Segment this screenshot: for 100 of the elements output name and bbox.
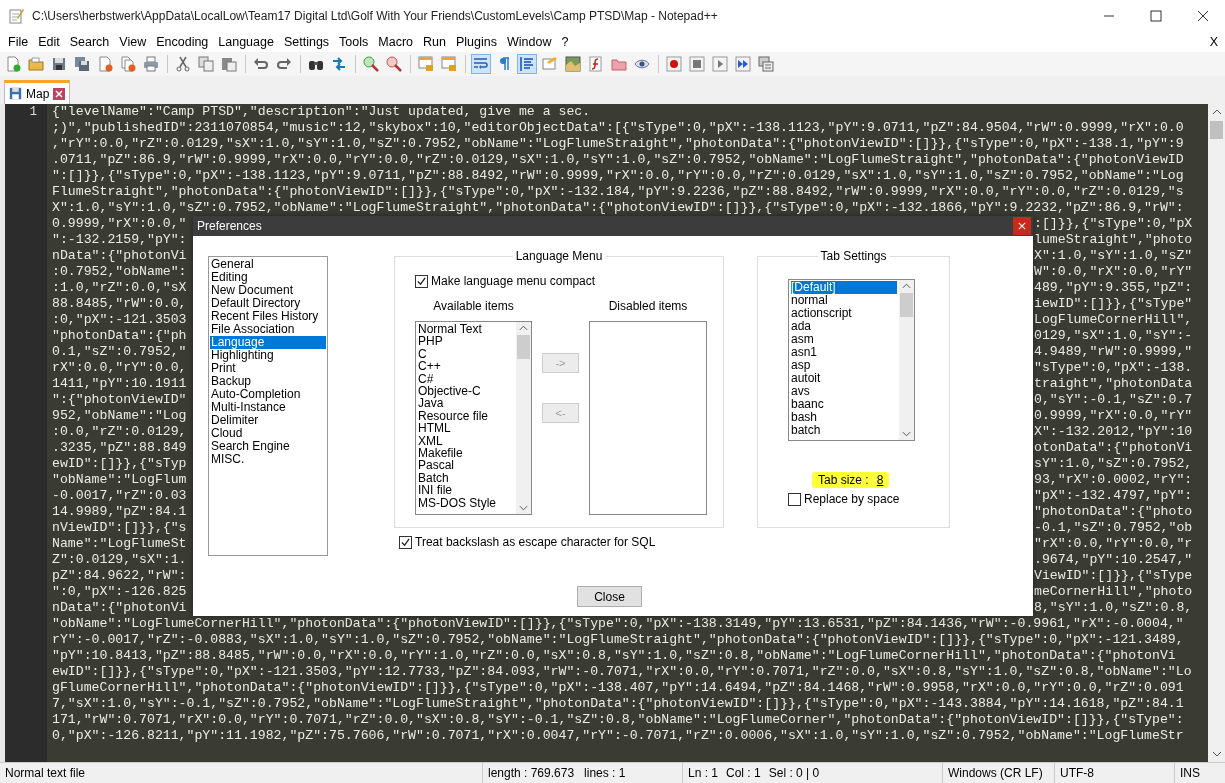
list-item[interactable]: Makefile: [418, 447, 514, 460]
category-item[interactable]: Print: [210, 362, 326, 375]
menu-item[interactable]: Macro: [373, 35, 419, 49]
close-document-button[interactable]: X: [1209, 35, 1218, 49]
list-item[interactable]: Batch: [418, 471, 514, 485]
menu-item[interactable]: Edit: [33, 35, 65, 49]
list-item[interactable]: PHP: [418, 335, 514, 348]
list-item[interactable]: Resource file: [418, 409, 514, 423]
scroll-up-icon[interactable]: [1211, 109, 1222, 115]
list-item[interactable]: Normal Text: [418, 323, 514, 336]
document-tab[interactable]: Map: [4, 80, 71, 104]
scrollbar[interactable]: [1208, 104, 1225, 762]
category-item[interactable]: Delimiter: [210, 414, 326, 427]
list-item[interactable]: Objective-C: [418, 385, 514, 398]
list-box[interactable]: [589, 321, 707, 515]
cut-button[interactable]: [173, 54, 193, 74]
indent-guide-button[interactable]: [517, 54, 537, 74]
list-item[interactable]: asn1: [791, 346, 897, 359]
category-item[interactable]: General: [210, 258, 326, 271]
menu-item[interactable]: File: [3, 35, 34, 49]
close-all-button[interactable]: [118, 54, 138, 74]
word-wrap-button[interactable]: [471, 54, 491, 74]
category-item[interactable]: Backup: [210, 375, 326, 388]
scroll-up-icon[interactable]: [519, 325, 528, 331]
category-item[interactable]: Editing: [210, 271, 326, 284]
menu-item[interactable]: Settings: [278, 35, 335, 49]
list-item[interactable]: Pascal: [418, 459, 514, 472]
save-all-button[interactable]: [72, 54, 92, 74]
list-item[interactable]: actionscript: [791, 307, 897, 320]
checkbox[interactable]: Treat backslash as escape character for SQL: [399, 535, 1033, 549]
list-item[interactable]: autoit: [791, 372, 897, 385]
record-button[interactable]: [664, 54, 684, 74]
scroll-up-icon[interactable]: [902, 283, 911, 289]
list-item[interactable]: C++: [418, 360, 514, 373]
map-button[interactable]: [563, 54, 583, 74]
scrollbar[interactable]: [516, 322, 531, 514]
code-line: 4.9489,"rW":0.9999,": [1034, 344, 1193, 360]
close-icon[interactable]: [1197, 10, 1209, 22]
category-list[interactable]: General Editing New Document Default Directory Recent Files History File Association Language Highlighting Print Backup Auto-Completion Multi-Instance Delimiter Cloud Search Engine MISC.: [208, 256, 328, 556]
scroll-thumb[interactable]: [517, 335, 530, 359]
menu-item[interactable]: Encoding: [151, 35, 214, 49]
scroll-thumb[interactable]: [1210, 121, 1223, 139]
list-item[interactable]: ada: [791, 320, 897, 333]
list-item[interactable]: Java: [418, 397, 514, 410]
checkbox-box[interactable]: [788, 492, 801, 506]
maximize-icon[interactable]: [1150, 10, 1162, 22]
category-item[interactable]: Search Engine: [210, 440, 326, 453]
menu-item[interactable]: View: [114, 35, 152, 49]
close-button[interactable]: Close: [577, 586, 642, 607]
scroll-down-icon[interactable]: [902, 431, 911, 437]
checkbox-box[interactable]: [399, 535, 412, 549]
category-item[interactable]: Auto-Completion: [210, 388, 326, 401]
list-item[interactable]: batch: [791, 424, 897, 437]
category-item[interactable]: Multi-Instance: [210, 401, 326, 414]
list-item[interactable]: asp: [791, 359, 897, 372]
category-item[interactable]: Highlighting: [210, 349, 326, 362]
checkbox-box[interactable]: [415, 274, 428, 288]
close-button[interactable]: [1013, 217, 1031, 235]
tab-size-value[interactable]: 8: [876, 473, 884, 487]
zoom-out-button[interactable]: [384, 54, 404, 74]
list-item[interactable]: baanc: [791, 398, 897, 411]
fast-forward-button[interactable]: [733, 54, 753, 74]
category-item[interactable]: New Document: [210, 284, 326, 297]
zoom-in-button[interactable]: [361, 54, 381, 74]
list-item[interactable]: avs: [791, 385, 897, 398]
menu-item[interactable]: Search: [64, 35, 115, 49]
scrollbar[interactable]: [899, 280, 914, 440]
category-item[interactable]: Language: [210, 336, 326, 349]
menu-item[interactable]: Language: [213, 35, 279, 49]
list-box[interactable]: Normal Text PHP C C++ C# Objective-C Java Resource file HTML XML Makefile Pascal Batch INI file MS-DOS Style: [415, 321, 532, 515]
checkbox[interactable]: Replace by space: [788, 492, 949, 506]
menu-item[interactable]: Window: [501, 35, 557, 49]
scroll-down-icon[interactable]: [519, 505, 528, 511]
list-item[interactable]: bash: [791, 411, 897, 424]
menu-item[interactable]: Tools: [334, 35, 374, 49]
list-item[interactable]: XML: [418, 434, 514, 448]
category-item[interactable]: MISC.: [210, 453, 326, 466]
list-item[interactable]: asm: [791, 333, 897, 346]
list-item[interactable]: [Default]: [791, 281, 897, 294]
checkbox[interactable]: Make language menu compact: [415, 274, 723, 288]
stop-button[interactable]: [687, 54, 707, 74]
play-button[interactable]: [710, 54, 730, 74]
category-item[interactable]: Recent Files History: [210, 310, 326, 323]
copy-button[interactable]: [196, 54, 216, 74]
scroll-down-icon[interactable]: [1211, 751, 1222, 757]
print-button[interactable]: [141, 54, 161, 74]
list-item[interactable]: INI file: [418, 484, 514, 497]
category-item[interactable]: Cloud: [210, 427, 326, 440]
list-item[interactable]: C: [418, 347, 514, 361]
category-item[interactable]: File Association: [210, 323, 326, 336]
list-item[interactable]: C#: [418, 372, 514, 386]
list-item[interactable]: HTML: [418, 422, 514, 435]
list-item[interactable]: normal: [791, 294, 897, 307]
menu-item[interactable]: Plugins: [450, 35, 502, 49]
menu-item[interactable]: Run: [418, 35, 451, 49]
list-box[interactable]: [Default] normal actionscript ada asm asn1 asp autoit avs baanc bash batch: [788, 279, 915, 441]
list-item[interactable]: MS-DOS Style: [418, 496, 514, 510]
menu-item[interactable]: ?: [556, 35, 574, 49]
scroll-thumb[interactable]: [900, 293, 913, 317]
category-item[interactable]: Default Directory: [210, 297, 326, 310]
